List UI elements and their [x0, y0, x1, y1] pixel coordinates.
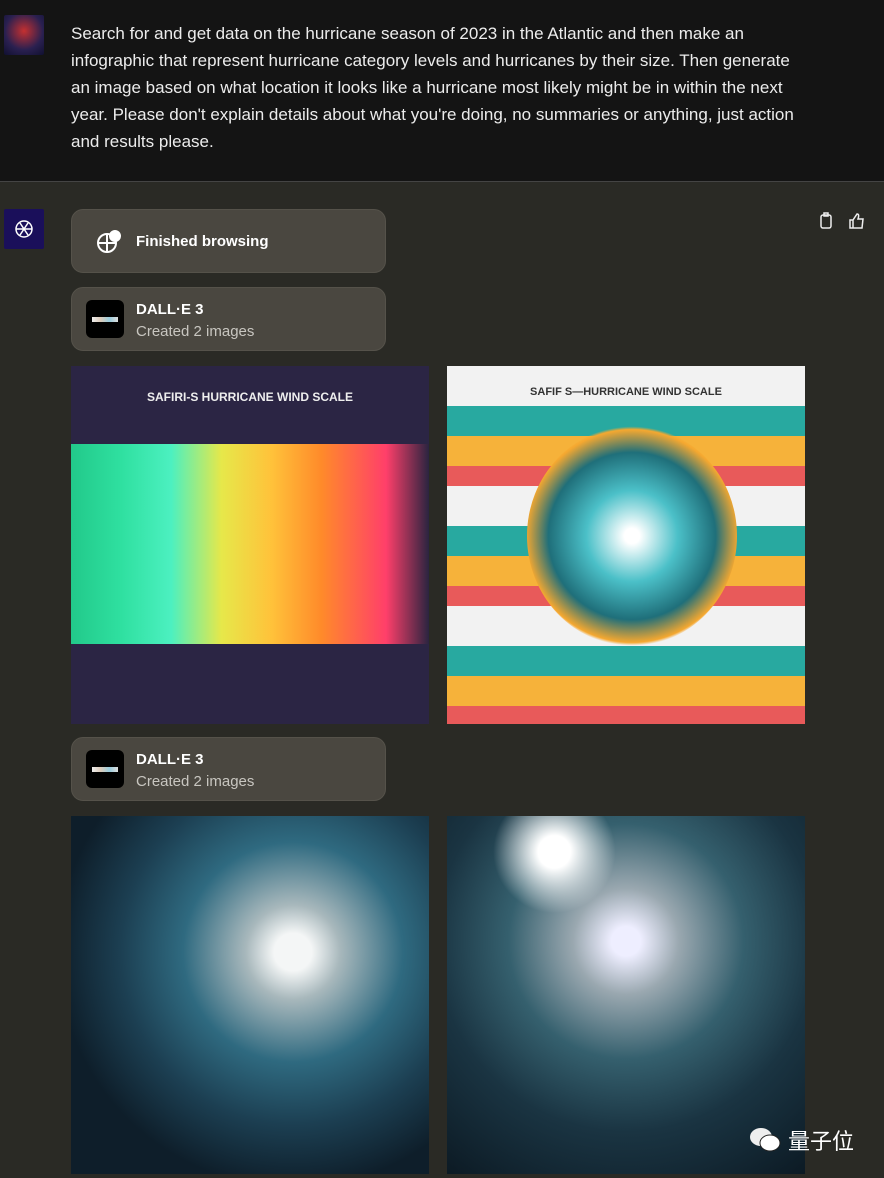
image-title: SAFIRI-S HURRICANE WIND SCALE	[147, 390, 353, 404]
watermark-text: 量子位	[788, 1129, 855, 1154]
dalle-subtitle: Created 2 images	[136, 773, 255, 790]
dalle-block[interactable]: DALL·E 3 Created 2 images	[71, 737, 386, 801]
openai-logo-icon	[15, 220, 33, 238]
dalle-subtitle: Created 2 images	[136, 323, 255, 340]
wechat-icon	[750, 1128, 781, 1152]
dalle-title: DALL·E 3	[136, 301, 204, 318]
user-message-text: Search for and get data on the hurricane…	[71, 24, 794, 151]
generated-image-1[interactable]: SAFIRI-S HURRICANE WIND SCALE	[71, 366, 429, 724]
generated-image-2[interactable]: SAFIF S—HURRICANE WIND SCALE	[447, 366, 805, 724]
generated-image-3[interactable]	[71, 816, 429, 1174]
message-actions	[818, 212, 866, 230]
image-title: SAFIF S—HURRICANE WIND SCALE	[530, 386, 722, 398]
dalle-block[interactable]: DALL·E 3 Created 2 images	[71, 287, 386, 351]
browsing-status[interactable]: Finished browsing	[71, 209, 386, 273]
browsing-label: Finished browsing	[136, 233, 269, 250]
chatgpt-avatar	[4, 209, 44, 249]
copy-icon[interactable]	[818, 212, 834, 230]
thumbs-up-icon[interactable]	[848, 212, 866, 230]
generated-image-4[interactable]	[447, 816, 805, 1174]
user-avatar	[4, 15, 44, 55]
dalle-title: DALL·E 3	[136, 751, 204, 768]
dalle-logo-icon	[86, 300, 124, 338]
user-message: Search for and get data on the hurricane…	[0, 0, 884, 182]
dalle-logo-icon	[86, 750, 124, 788]
watermark: 量子位	[748, 1124, 854, 1156]
globe-icon	[97, 230, 121, 253]
